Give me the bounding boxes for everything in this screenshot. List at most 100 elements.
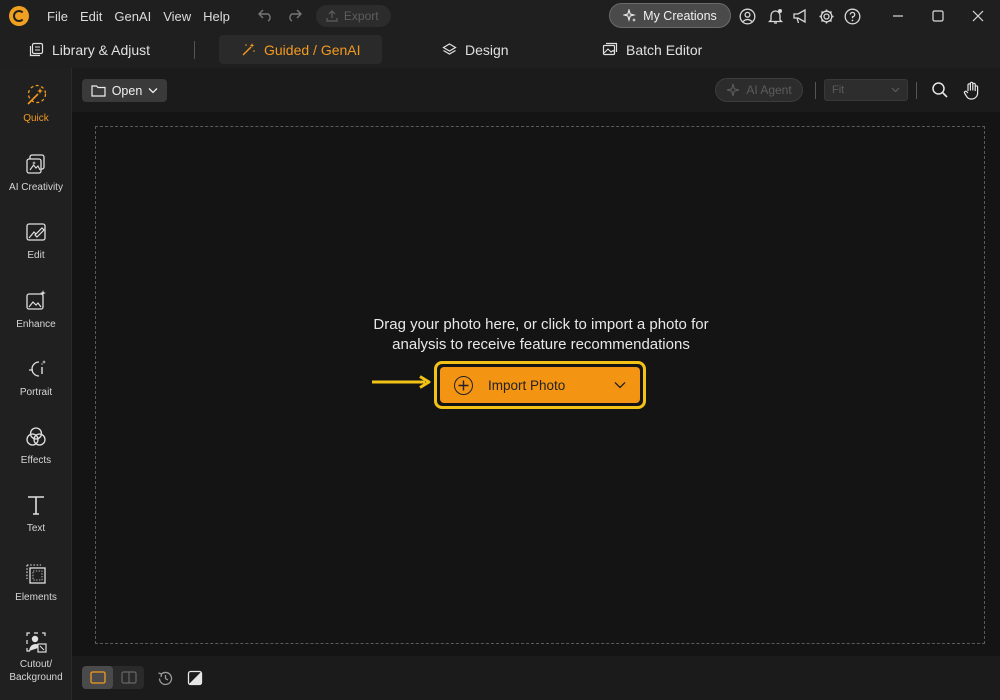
ai-agent-icon xyxy=(727,83,740,97)
toolbar-separator xyxy=(916,82,917,99)
enhance-image-icon xyxy=(23,288,49,314)
undo-icon[interactable] xyxy=(257,8,274,25)
sidebar-label-cutout: Cutout/ xyxy=(19,659,53,670)
menu-view[interactable]: View xyxy=(163,9,191,24)
sidebar-item-portrait[interactable]: Portrait xyxy=(0,356,72,416)
menu-genai[interactable]: GenAI xyxy=(114,9,151,24)
sidebar-label-quick: Quick xyxy=(23,113,49,124)
sidebar-label-edit: Edit xyxy=(27,250,45,261)
sidebar-label-background: Background xyxy=(9,672,63,683)
redo-icon[interactable] xyxy=(286,8,302,25)
zoom-search-icon[interactable] xyxy=(929,79,951,101)
sidebar-item-ai-creativity[interactable]: AI Creativity xyxy=(0,151,72,211)
help-icon[interactable] xyxy=(843,7,861,25)
photo-drop-zone[interactable]: Drag your photo here, or click to import… xyxy=(95,126,985,644)
sidebar-item-cutout-background[interactable]: Cutout/ Background xyxy=(0,629,72,695)
drop-instructions: Drag your photo here, or click to import… xyxy=(96,315,986,355)
magic-wand-icon xyxy=(242,43,255,56)
sidebar-label-text: Text xyxy=(26,523,46,534)
single-view-button[interactable] xyxy=(82,666,113,689)
menu-file[interactable]: File xyxy=(47,9,68,24)
sidebar-label-portrait: Portrait xyxy=(19,387,53,398)
tab-design-label: Design xyxy=(465,41,509,58)
chevron-down-icon xyxy=(891,87,900,93)
maximize-button[interactable] xyxy=(918,0,958,32)
text-icon xyxy=(23,492,49,518)
account-icon[interactable] xyxy=(738,7,756,25)
history-icon[interactable] xyxy=(155,668,175,688)
edit-image-icon xyxy=(23,219,49,245)
app-logo xyxy=(9,6,29,26)
tool-sidebar: Quick AI Creativity Edit Enhance Portrai… xyxy=(0,68,72,700)
notification-bell-icon[interactable] xyxy=(766,7,784,25)
menu-edit[interactable]: Edit xyxy=(80,9,102,24)
elements-icon xyxy=(23,561,49,587)
plus-circle-icon xyxy=(454,375,473,395)
bottom-bar xyxy=(72,656,1000,700)
ai-agent-button[interactable]: AI Agent xyxy=(715,78,803,102)
import-photo-button[interactable]: Import Photo xyxy=(440,367,640,403)
mode-separator xyxy=(194,41,195,59)
sidebar-label-effects: Effects xyxy=(20,455,52,466)
zoom-select[interactable]: Fit xyxy=(824,79,908,101)
sparkle-icon xyxy=(623,8,637,22)
compare-view-button[interactable] xyxy=(113,666,144,689)
ai-agent-label: AI Agent xyxy=(746,83,792,97)
my-creations-label: My Creations xyxy=(643,8,717,23)
import-photo-highlight: Import Photo xyxy=(434,361,646,409)
portrait-icon xyxy=(23,356,49,382)
toolbar-separator xyxy=(815,82,816,99)
menu-bar: File Edit GenAI View Help xyxy=(47,9,242,24)
compare-view-icon xyxy=(120,671,137,684)
menu-help[interactable]: Help xyxy=(203,9,230,24)
sidebar-item-text[interactable]: Text xyxy=(0,492,72,552)
tab-batch-editor[interactable]: Batch Editor xyxy=(590,35,714,64)
library-icon xyxy=(29,42,44,57)
arrow-right-icon xyxy=(372,375,431,389)
chevron-down-icon xyxy=(148,88,158,94)
single-view-icon xyxy=(89,671,106,684)
export-label: Export xyxy=(343,9,379,23)
tab-batch-label: Batch Editor xyxy=(626,41,703,58)
canvas-toolbar: Open AI Agent Fit xyxy=(72,68,1000,112)
sidebar-item-effects[interactable]: Effects xyxy=(0,424,72,484)
sidebar-label-elements: Elements xyxy=(15,592,57,603)
layers-icon xyxy=(442,43,457,55)
view-mode-toggle xyxy=(82,666,144,689)
export-button[interactable]: Export xyxy=(315,5,391,27)
mode-tab-bar: Library & Adjust Guided / GenAI Design B… xyxy=(0,32,1000,68)
open-button[interactable]: Open xyxy=(82,79,167,102)
title-bar: File Edit GenAI View Help Export My Crea… xyxy=(0,0,1000,32)
canvas-area: Drag your photo here, or click to import… xyxy=(72,112,1000,656)
effects-icon xyxy=(23,424,49,450)
tab-library-adjust[interactable]: Library & Adjust xyxy=(17,35,162,64)
compare-before-after-icon[interactable] xyxy=(185,668,205,688)
cutout-icon xyxy=(23,629,49,655)
pan-hand-icon[interactable] xyxy=(961,79,983,101)
tab-guided-genai[interactable]: Guided / GenAI xyxy=(219,35,382,64)
sidebar-item-enhance[interactable]: Enhance xyxy=(0,288,72,348)
promotion-megaphone-icon[interactable] xyxy=(792,7,810,25)
zoom-value: Fit xyxy=(832,84,845,96)
settings-gear-icon[interactable] xyxy=(817,7,835,25)
sidebar-item-edit[interactable]: Edit xyxy=(0,219,72,279)
ai-creativity-icon xyxy=(23,151,49,177)
sidebar-label-enhance: Enhance xyxy=(16,319,56,330)
chevron-down-icon[interactable] xyxy=(614,381,626,389)
tab-library-label: Library & Adjust xyxy=(52,41,151,58)
sidebar-item-elements[interactable]: Elements xyxy=(0,561,72,621)
my-creations-button[interactable]: My Creations xyxy=(609,3,731,28)
minimize-button[interactable] xyxy=(878,0,918,32)
drop-instructions-line1: Drag your photo here, or click to import… xyxy=(373,316,709,333)
tab-design[interactable]: Design xyxy=(430,35,521,64)
folder-icon xyxy=(91,85,106,97)
sidebar-item-quick[interactable]: Quick xyxy=(0,82,72,142)
open-label: Open xyxy=(111,83,143,98)
close-button[interactable] xyxy=(958,0,998,32)
magic-wand-icon xyxy=(23,82,49,108)
tab-guided-label: Guided / GenAI xyxy=(264,41,361,58)
batch-images-icon xyxy=(602,42,618,56)
export-icon xyxy=(326,10,338,22)
sidebar-label-ai-creativity: AI Creativity xyxy=(9,182,63,193)
import-photo-label: Import Photo xyxy=(488,377,566,393)
